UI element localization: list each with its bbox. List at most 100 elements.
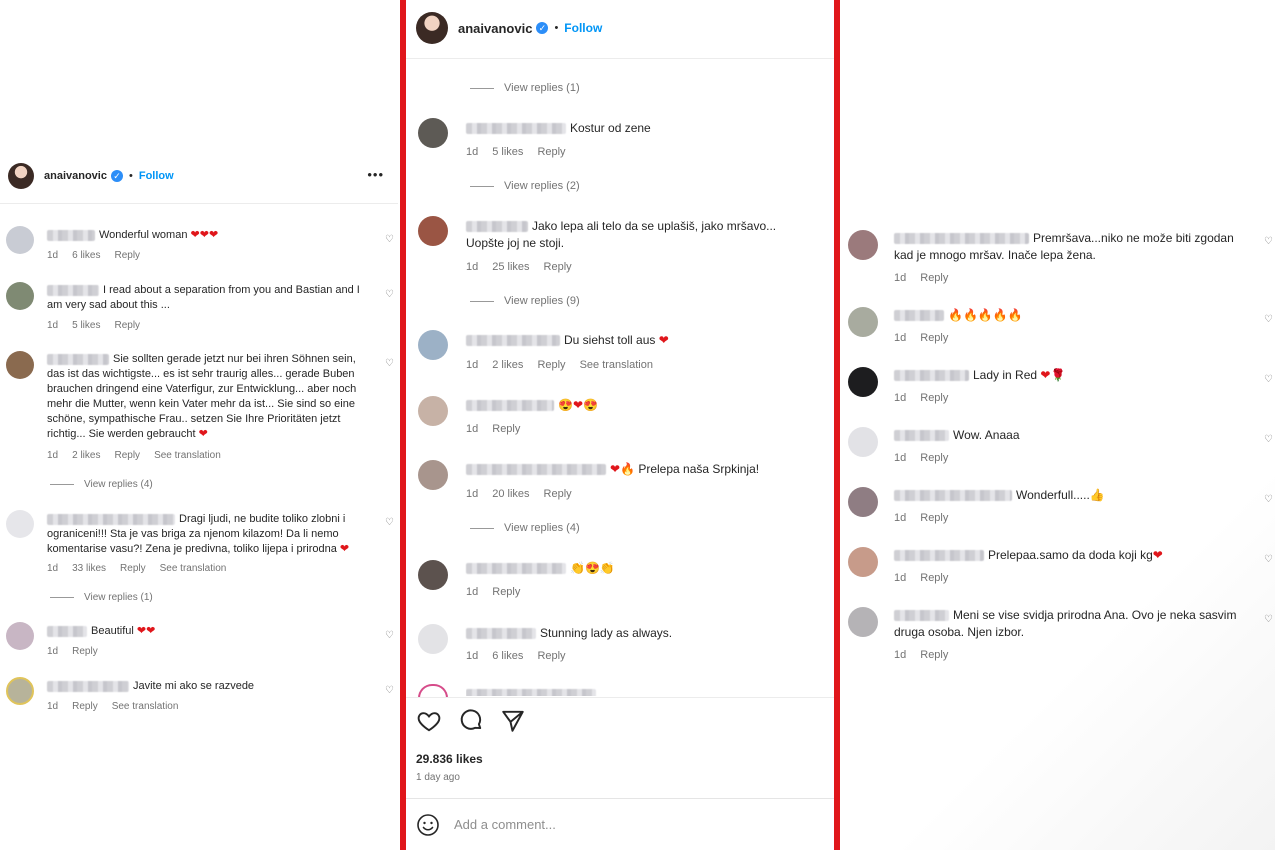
verified-icon: ✓ — [110, 170, 123, 182]
likes-count[interactable]: 29.836 likes — [416, 752, 483, 766]
follow-button[interactable]: Follow — [139, 170, 174, 182]
like-heart-icon[interactable]: ♡ — [1264, 554, 1273, 565]
like-heart-icon[interactable]: ♡ — [1264, 314, 1273, 325]
like-heart-icon[interactable]: ♡ — [385, 517, 394, 528]
username[interactable]: anaivanovic — [458, 21, 532, 36]
comment-meta: 1d 6 likes Reply — [466, 650, 566, 662]
avatar[interactable] — [848, 367, 878, 397]
add-comment-bar: Add a comment... — [406, 798, 834, 850]
reply-button[interactable]: Reply — [544, 261, 572, 273]
avatar[interactable] — [418, 560, 448, 590]
avatar[interactable] — [6, 351, 34, 379]
like-heart-icon[interactable]: ♡ — [385, 358, 394, 369]
comment-meta: 1d Reply — [894, 452, 949, 464]
avatar[interactable] — [416, 12, 448, 44]
avatar[interactable] — [418, 118, 448, 148]
avatar[interactable] — [848, 487, 878, 517]
more-icon[interactable]: ••• — [367, 167, 384, 182]
comment-text: Lady in Red ❤🌹 — [894, 367, 1254, 384]
reply-button[interactable]: Reply — [544, 488, 572, 500]
see-translation-link[interactable]: See translation — [580, 359, 653, 371]
like-heart-icon[interactable]: ♡ — [1264, 614, 1273, 625]
reply-button[interactable]: Reply — [920, 332, 948, 344]
see-translation-link[interactable]: See translation — [160, 563, 227, 574]
reply-button[interactable]: Reply — [114, 320, 140, 331]
comment-meta: 1d Reply — [894, 272, 949, 284]
comment-icon[interactable] — [458, 708, 484, 734]
comment-meta: 1d Reply — [47, 646, 98, 657]
comment-text: Kostur od zene — [466, 120, 806, 137]
comment-text: Sie sollten gerade jetzt nur bei ihren S… — [47, 353, 357, 440]
reply-button[interactable]: Reply — [492, 586, 520, 598]
reply-button[interactable]: Reply — [537, 650, 565, 662]
share-icon[interactable] — [500, 708, 526, 734]
avatar[interactable] — [418, 684, 448, 698]
like-heart-icon[interactable]: ♡ — [1264, 236, 1273, 247]
reply-button[interactable]: Reply — [120, 563, 146, 574]
reply-button[interactable]: Reply — [72, 646, 98, 657]
see-translation-link[interactable]: See translation — [112, 701, 179, 712]
comment-text: Premršava...niko ne može biti zgodan kad… — [894, 231, 1234, 262]
avatar[interactable] — [848, 307, 878, 337]
left-screenshot-panel: anaivanovic ✓ • Follow ••• Wonderful wom… — [0, 0, 398, 850]
avatar[interactable] — [6, 226, 34, 254]
avatar[interactable] — [848, 427, 878, 457]
comment-text: Jako lepa ali telo da se uplašiš, jako m… — [466, 219, 777, 250]
see-translation-link[interactable]: See translation — [154, 450, 221, 461]
post-timestamp: 1 day ago — [416, 772, 460, 783]
like-heart-icon[interactable]: ♡ — [385, 289, 394, 300]
action-bar — [416, 708, 526, 734]
reply-button[interactable]: Reply — [114, 450, 140, 461]
reply-button[interactable]: Reply — [920, 512, 948, 524]
view-replies-link[interactable]: View replies (1) — [470, 82, 580, 94]
like-heart-icon[interactable]: ♡ — [1264, 374, 1273, 385]
avatar[interactable] — [6, 622, 34, 650]
view-replies-link[interactable]: View replies (4) — [50, 479, 153, 490]
avatar[interactable] — [848, 607, 878, 637]
reply-button[interactable]: Reply — [114, 250, 140, 261]
right-screenshot-panel: Premršava...niko ne može biti zgodan kad… — [846, 0, 1275, 850]
comment-text: I read about a separation from you and B… — [47, 284, 360, 311]
reply-button[interactable]: Reply — [537, 146, 565, 158]
avatar[interactable] — [848, 230, 878, 260]
reply-button[interactable]: Reply — [492, 423, 520, 435]
reply-button[interactable]: Reply — [920, 649, 948, 661]
view-replies-link[interactable]: View replies (2) — [470, 180, 580, 192]
emoji-icon[interactable] — [416, 813, 440, 837]
reply-button[interactable]: Reply — [920, 392, 948, 404]
avatar[interactable] — [418, 330, 448, 360]
reply-button[interactable]: Reply — [920, 272, 948, 284]
like-heart-icon[interactable]: ♡ — [1264, 494, 1273, 505]
follow-button[interactable]: Follow — [564, 21, 602, 35]
heart-icon[interactable] — [416, 708, 442, 734]
reply-button[interactable]: Reply — [72, 701, 98, 712]
comment-text: Wonderful woman ❤❤❤ — [47, 228, 367, 243]
like-heart-icon[interactable]: ♡ — [1264, 434, 1273, 445]
add-comment-input[interactable]: Add a comment... — [454, 817, 556, 832]
view-replies-link[interactable]: View replies (9) — [470, 295, 580, 307]
like-heart-icon[interactable]: ♡ — [385, 234, 394, 245]
avatar[interactable] — [418, 460, 448, 490]
reply-button[interactable]: Reply — [920, 452, 948, 464]
reply-button[interactable]: Reply — [537, 359, 565, 371]
avatar[interactable] — [418, 624, 448, 654]
like-heart-icon[interactable]: ♡ — [385, 630, 394, 641]
view-replies-link[interactable]: View replies (4) — [470, 522, 580, 534]
comment-meta: 1d Reply — [894, 512, 949, 524]
comment-text: Javite mi ako se razvede — [47, 679, 367, 694]
avatar[interactable] — [6, 282, 34, 310]
comment-meta: 1d 2 likes Reply See translation — [47, 450, 221, 461]
reply-button[interactable]: Reply — [920, 572, 948, 584]
avatar[interactable] — [418, 216, 448, 246]
comment-text: Meni se vise svidja prirodna Ana. Ovo je… — [894, 608, 1237, 639]
comment-text: Beautiful ❤❤ — [47, 624, 367, 639]
avatar[interactable] — [6, 510, 34, 538]
comment-meta: 1d Reply — [894, 392, 949, 404]
like-heart-icon[interactable]: ♡ — [385, 685, 394, 696]
view-replies-link[interactable]: View replies (1) — [50, 592, 153, 603]
username[interactable]: anaivanovic — [44, 170, 107, 182]
avatar[interactable] — [418, 396, 448, 426]
avatar[interactable] — [6, 677, 34, 705]
avatar[interactable] — [848, 547, 878, 577]
avatar[interactable] — [8, 163, 34, 189]
